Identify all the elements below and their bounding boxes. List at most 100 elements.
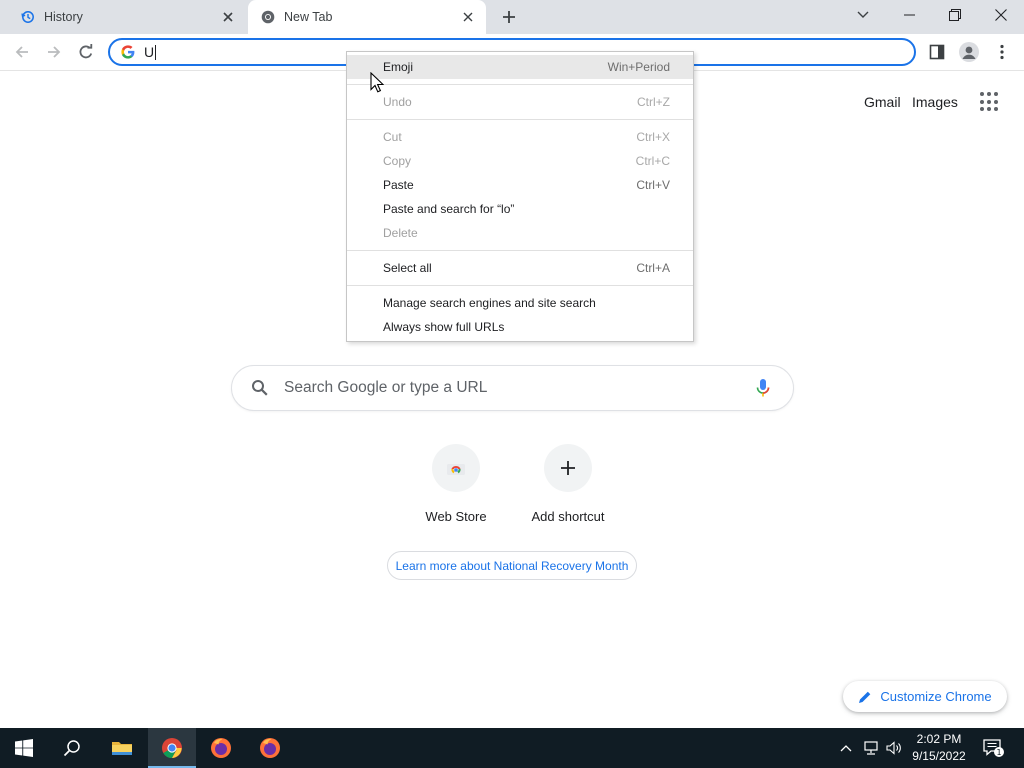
chrome-window: History New Tab U Gmail Images Search Go…: [0, 0, 1024, 768]
menu-item-label: Cut: [383, 130, 402, 144]
chrome-icon: [260, 9, 276, 25]
omnibox-text[interactable]: U: [144, 44, 154, 60]
menu-item-shortcut: Win+Period: [607, 60, 670, 74]
promo-link[interactable]: Learn more about National Recovery Month: [387, 551, 637, 580]
web-store-icon: [432, 444, 480, 492]
notification-icon: 1: [983, 739, 1004, 757]
search-placeholder: Search Google or type a URL: [284, 379, 488, 396]
windows-start-icon: [15, 739, 33, 757]
tab-new-tab[interactable]: New Tab: [248, 0, 486, 34]
taskbar-clock[interactable]: 2:02 PM 9/15/2022: [904, 731, 974, 765]
menu-item-label: Select all: [383, 261, 432, 275]
shortcut-label: Web Store: [425, 509, 487, 524]
menu-item-cut: Cut Ctrl+X: [347, 125, 693, 149]
menu-item-label: Paste and search for “lo”: [383, 202, 515, 216]
reload-button[interactable]: [72, 38, 100, 66]
side-panel-button[interactable]: [923, 38, 951, 66]
taskbar-firefox[interactable]: [197, 728, 245, 768]
tab-history[interactable]: History: [8, 0, 246, 34]
chrome-menu-button[interactable]: [988, 38, 1016, 66]
google-g-icon: [120, 44, 136, 60]
menu-item-paste[interactable]: Paste Ctrl+V: [347, 173, 693, 197]
menu-item-shortcut: Ctrl+X: [636, 130, 670, 144]
plus-icon: [503, 11, 515, 23]
tab-title: New Tab: [284, 10, 333, 24]
menu-item-label: Always show full URLs: [383, 320, 505, 334]
menu-item-shortcut: Ctrl+C: [635, 154, 670, 168]
plus-icon: [544, 444, 592, 492]
search-icon: [63, 740, 80, 757]
tab-search-button[interactable]: [840, 0, 886, 30]
clock-time: 2:02 PM: [916, 732, 962, 746]
menu-separator: [347, 285, 693, 286]
back-button[interactable]: [8, 38, 36, 66]
more-vert-icon: [1000, 44, 1004, 60]
images-link[interactable]: Images: [912, 94, 958, 110]
taskbar-file-explorer[interactable]: [98, 728, 146, 768]
restore-button[interactable]: [932, 0, 978, 30]
menu-item-label: Undo: [383, 95, 412, 109]
chevron-down-icon: [857, 11, 869, 18]
mouse-cursor-icon: [370, 72, 384, 93]
menu-item-label: Paste: [383, 178, 414, 192]
menu-item-paste-and-search-for-lo[interactable]: Paste and search for “lo”: [347, 197, 693, 221]
back-arrow-icon: [15, 46, 28, 58]
shortcut-add[interactable]: Add shortcut: [512, 444, 624, 524]
start-button[interactable]: [0, 728, 48, 768]
clock-date: 9/15/2022: [912, 749, 966, 763]
new-tab-button[interactable]: [498, 6, 520, 28]
menu-separator: [347, 250, 693, 251]
menu-separator: [347, 119, 693, 120]
menu-item-select-all[interactable]: Select all Ctrl+A: [347, 256, 693, 280]
menu-item-shortcut: Ctrl+A: [636, 261, 670, 275]
google-apps-icon[interactable]: [980, 92, 1000, 112]
avatar: [959, 42, 979, 62]
minimize-button[interactable]: [886, 0, 932, 30]
tray-chevron-up-icon[interactable]: [836, 738, 856, 758]
action-center-button[interactable]: 1: [980, 736, 1006, 760]
firefox-icon: [260, 738, 280, 758]
network-icon[interactable]: [861, 738, 881, 758]
tab-strip: History New Tab: [0, 0, 1024, 34]
text-caret: [155, 44, 157, 60]
customize-chrome-button[interactable]: Customize Chrome: [843, 681, 1007, 712]
history-icon: [20, 9, 36, 25]
taskbar-firefox-2[interactable]: [246, 728, 294, 768]
close-icon: [995, 9, 1007, 21]
shortcut-label: Add shortcut: [531, 509, 605, 524]
windows-taskbar: 2:02 PM 9/15/2022 1: [0, 728, 1024, 768]
close-window-button[interactable]: [978, 0, 1024, 30]
forward-button[interactable]: [40, 38, 68, 66]
tab-title: History: [44, 10, 83, 24]
menu-item-undo: Undo Ctrl+Z: [347, 90, 693, 114]
taskbar-chrome[interactable]: [148, 728, 196, 768]
volume-icon[interactable]: [884, 738, 904, 758]
taskbar-search-button[interactable]: [48, 728, 96, 768]
file-explorer-icon: [112, 742, 132, 755]
menu-item-label: Copy: [383, 154, 412, 168]
profile-button[interactable]: [955, 38, 983, 66]
microphone-icon[interactable]: [751, 376, 775, 400]
menu-item-manage-search-engines-and-site-search[interactable]: Manage search engines and site search: [347, 291, 693, 315]
menu-item-shortcut: Ctrl+Z: [637, 95, 670, 109]
menu-item-shortcut: Ctrl+V: [636, 178, 670, 192]
menu-item-label: Emoji: [383, 60, 414, 74]
menu-item-always-show-full-urls[interactable]: Always show full URLs: [347, 315, 693, 339]
forward-arrow-icon: [48, 46, 61, 58]
gmail-link[interactable]: Gmail: [864, 94, 901, 110]
close-icon[interactable]: [458, 7, 478, 27]
menu-item-delete: Delete: [347, 221, 693, 245]
pencil-icon: [858, 690, 872, 704]
restore-icon: [949, 9, 961, 21]
menu-item-emoji[interactable]: Emoji Win+Period: [347, 55, 693, 79]
customize-label: Customize Chrome: [880, 689, 992, 704]
notification-count: 1: [996, 748, 1001, 757]
close-icon[interactable]: [218, 7, 238, 27]
ntp-search-box[interactable]: Search Google or type a URL: [231, 365, 794, 411]
menu-item-label: Delete: [383, 226, 418, 240]
menu-separator: [347, 84, 693, 85]
side-panel-icon: [929, 44, 945, 60]
menu-item-copy: Copy Ctrl+C: [347, 149, 693, 173]
reload-icon: [79, 44, 93, 59]
shortcut-web-store[interactable]: Web Store: [400, 444, 512, 524]
